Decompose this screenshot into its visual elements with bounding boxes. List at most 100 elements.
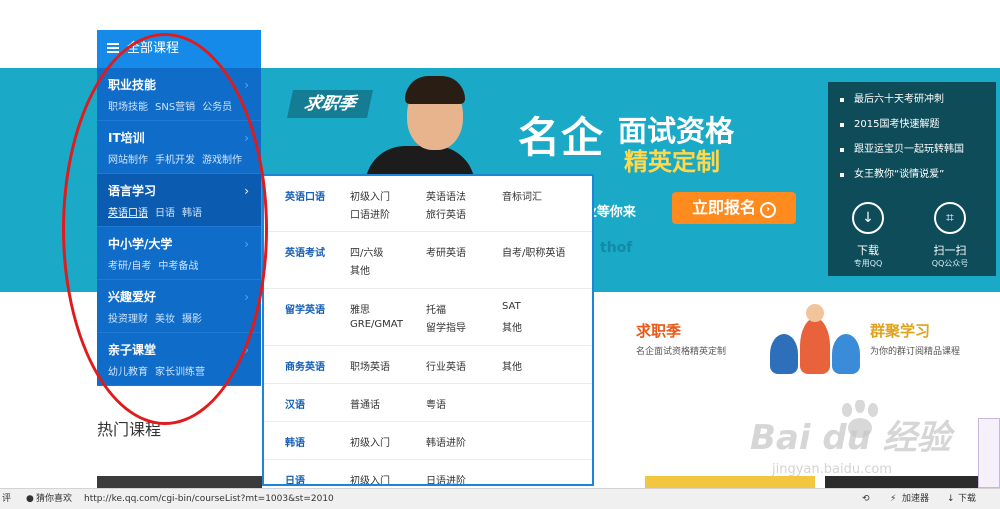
dropdown-link[interactable]: 音标词汇	[502, 188, 542, 203]
dropdown-link[interactable]: 职场英语	[350, 358, 390, 373]
dropdown-link[interactable]: 其他	[502, 358, 522, 373]
sidebar-sub-link[interactable]: 职场技能	[108, 102, 148, 113]
dropdown-category[interactable]: 英语口语	[285, 188, 325, 203]
sidebar-sub-links: 投资理财 美妆 摄影	[108, 310, 261, 325]
download-label[interactable]: 下载	[836, 242, 900, 258]
download-icon[interactable]: ↓	[852, 202, 884, 234]
register-now-button[interactable]: 立即报名 ›	[672, 192, 796, 224]
dropdown-link[interactable]: 初级入门	[350, 472, 390, 484]
dropdown-link[interactable]: 四/六级	[350, 244, 383, 259]
status-guess-like[interactable]: 猜你喜欢	[36, 489, 72, 509]
sidebar-item-title: IT培训	[108, 131, 145, 145]
dropdown-category[interactable]: 商务英语	[285, 358, 325, 373]
sidebar-sub-links: 网站制作 手机开发 游戏制作	[108, 151, 261, 166]
dropdown-link[interactable]: 粤语	[426, 396, 446, 411]
sidebar-item[interactable]: IT培训 › 网站制作 手机开发 游戏制作	[97, 121, 261, 174]
download-sub: 专用QQ	[853, 259, 883, 268]
side-panel-list: 最后六十天考研冲刺 2015国考快速解题 跟亚运宝贝一起玩转韩国 女王教你“谈情说爱”	[828, 82, 996, 192]
group-learning-card[interactable]: 群聚学习 为你的群订阅精品课程	[860, 296, 980, 386]
sidebar-sub-link[interactable]: 网站制作	[108, 155, 148, 166]
job-season-card[interactable]: 求职季 名企面试资格精英定制	[596, 296, 756, 386]
sidebar-sub-link[interactable]: 韩语	[182, 208, 202, 219]
dropdown-link[interactable]: 其他	[502, 319, 522, 334]
side-panel-link[interactable]: 最后六十天考研冲刺	[840, 92, 996, 117]
sidebar-sub-link[interactable]: 日语	[155, 208, 175, 219]
sidebar-item[interactable]: 中小学/大学 › 考研/自考 中考备战	[97, 227, 261, 280]
page-root: 求职季 名企 面试资格 精英定制 +企业等你来 立即报名 › thof 最后六十天…	[0, 0, 1000, 509]
scan-label[interactable]: 扫一扫	[918, 242, 982, 258]
dropdown-link[interactable]: 其他	[350, 262, 370, 277]
status-url: http://ke.qq.com/cgi-bin/courseList?mt=1…	[84, 494, 334, 504]
banner-headline-big: 名企	[518, 113, 605, 162]
course-thumbnail[interactable]	[645, 476, 815, 488]
accelerator-label[interactable]: 加速器	[902, 489, 929, 509]
sidebar-sub-link[interactable]: 摄影	[182, 314, 202, 325]
banner-headline-sub: 精英定制	[624, 148, 720, 176]
dropdown-link[interactable]: 韩语进阶	[426, 434, 466, 449]
dropdown-row: 英语考试 四/六级 考研英语 自考/职称英语其他	[264, 232, 592, 289]
chevron-right-icon: ›	[244, 290, 249, 304]
sidebar-sub-link[interactable]: 美妆	[155, 314, 175, 325]
sidebar-item-title: 兴趣爱好	[108, 290, 157, 304]
dropdown-category[interactable]: 英语考试	[285, 244, 325, 259]
banner-person-image	[365, 76, 475, 186]
course-thumbnail[interactable]	[825, 476, 980, 488]
dropdown-link[interactable]: 日语进阶	[426, 472, 466, 484]
register-now-label: 立即报名	[691, 198, 756, 217]
sidebar-item-title: 语言学习	[108, 184, 157, 198]
sidebar-item[interactable]: 兴趣爱好 › 投资理财 美妆 摄影	[97, 280, 261, 333]
sidebar-sub-link[interactable]: 手机开发	[155, 155, 195, 166]
accelerator-icon[interactable]: ⚡	[890, 489, 896, 509]
sidebar-item[interactable]: 职业技能 › 职场技能 SNS营销 公务员	[97, 68, 261, 121]
course-thumbnail[interactable]	[97, 476, 262, 488]
side-panel-link[interactable]: 跟亚运宝贝一起玩转韩国	[840, 142, 996, 167]
sidebar-item[interactable]: 亲子课堂 › 幼儿教育 家长训练营	[97, 333, 261, 386]
side-panel-link[interactable]: 女王教你“谈情说爱”	[840, 167, 996, 192]
dropdown-link[interactable]: 托福	[426, 301, 446, 316]
sidebar-sub-link[interactable]: 幼儿教育	[108, 367, 148, 378]
sidebar-item[interactable]: 语言学习 › 英语口语 日语 韩语	[97, 174, 261, 227]
dropdown-link[interactable]: 自考/职称英语	[502, 244, 565, 259]
status-dot-icon: ●	[26, 494, 34, 504]
sidebar-sub-link[interactable]: 投资理财	[108, 314, 148, 325]
all-courses-header[interactable]: 全部课程	[97, 30, 261, 68]
browser-status-bar: 评 ● 猜你喜欢 http://ke.qq.com/cgi-bin/course…	[0, 488, 1000, 509]
dropdown-category[interactable]: 日语	[285, 472, 305, 484]
sidebar-sub-link[interactable]: 考研/自考	[108, 261, 151, 272]
sidebar-sub-link[interactable]: 游戏制作	[202, 155, 242, 166]
sidebar-sub-link[interactable]: 公务员	[202, 102, 232, 113]
dropdown-link[interactable]: 初级入门	[350, 434, 390, 449]
dropdown-link[interactable]: 旅行英语	[426, 206, 466, 221]
dropdown-link[interactable]: 英语语法	[426, 188, 466, 203]
dropdown-link[interactable]: 口语进阶	[350, 206, 390, 221]
chevron-right-icon: ›	[244, 343, 249, 357]
dropdown-category[interactable]: 留学英语	[285, 301, 325, 316]
dropdown-link[interactable]: 普通话	[350, 396, 380, 411]
sidebar-sub-links: 英语口语 日语 韩语	[108, 204, 261, 219]
dropdown-link[interactable]: GRE/GMAT	[350, 319, 403, 330]
dropdown-link[interactable]: 考研英语	[426, 244, 466, 259]
refresh-icon[interactable]: ⟲	[862, 489, 870, 509]
dropdown-row: 韩语 初级入门 韩语进阶	[264, 422, 592, 460]
sidebar-sub-links: 幼儿教育 家长训练营	[108, 363, 261, 378]
dropdown-link[interactable]: 留学指导	[426, 319, 466, 334]
chevron-right-icon: ›	[244, 131, 249, 145]
sidebar-sub-links: 考研/自考 中考备战	[108, 257, 261, 272]
dropdown-category[interactable]: 汉语	[285, 396, 305, 411]
dropdown-category[interactable]: 韩语	[285, 434, 305, 449]
qr-scan-icon[interactable]: ⌗	[934, 202, 966, 234]
download-status-label[interactable]: 下载	[958, 489, 976, 509]
floating-ad[interactable]	[978, 418, 1000, 488]
sidebar-sub-link[interactable]: 英语口语	[108, 208, 148, 219]
dropdown-link[interactable]: 雅思	[350, 301, 370, 316]
dropdown-link[interactable]: 初级入门	[350, 188, 390, 203]
job-season-title: 求职季	[636, 322, 682, 340]
sidebar-sub-link[interactable]: 家长训练营	[155, 367, 205, 378]
dropdown-link[interactable]: 行业英语	[426, 358, 466, 373]
sidebar-sub-link[interactable]: SNS营销	[155, 102, 195, 113]
download-arrow-icon[interactable]: ↓	[947, 489, 955, 509]
side-panel-link[interactable]: 2015国考快速解题	[840, 117, 996, 142]
sidebar-sub-link[interactable]: 中考备战	[158, 261, 198, 272]
chevron-right-icon: ›	[760, 202, 776, 218]
dropdown-link[interactable]: SAT	[502, 301, 521, 312]
